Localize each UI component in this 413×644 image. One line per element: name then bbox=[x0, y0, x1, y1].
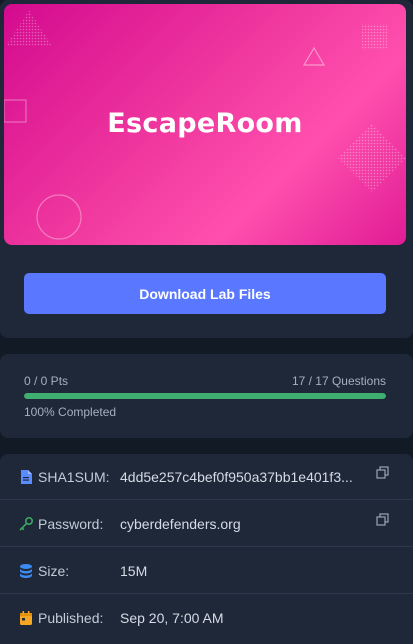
download-lab-files-button[interactable]: Download Lab Files bbox=[24, 273, 386, 314]
size-row: Size: 15M bbox=[0, 548, 413, 594]
progress-bar bbox=[24, 393, 386, 399]
password-label: Password: bbox=[38, 516, 104, 532]
sha1-value: 4dd5e257c4bef0f950a37bb1e401f3... bbox=[120, 469, 353, 485]
published-row: Published: Sep 20, 7:00 AM bbox=[0, 595, 413, 641]
published-value: Sep 20, 7:00 AM bbox=[120, 610, 224, 626]
copy-icon[interactable] bbox=[376, 466, 389, 479]
points-text: 0 / 0 Pts bbox=[24, 374, 69, 388]
key-icon bbox=[19, 516, 34, 531]
published-label: Published: bbox=[38, 610, 104, 626]
questions-count: 17 / 17 Questions bbox=[291, 374, 386, 388]
password-value: cyberdefenders.org bbox=[120, 516, 241, 532]
file-icon bbox=[21, 470, 32, 484]
copy-icon[interactable] bbox=[376, 513, 389, 526]
size-label: Size: bbox=[38, 563, 70, 579]
database-icon bbox=[20, 564, 32, 578]
lab-info-card: SHA1SUM: 4dd5e257c4bef0f950a37bb1e401f3.… bbox=[0, 454, 413, 644]
calendar-icon bbox=[20, 611, 32, 625]
completion-text: 100% Completed bbox=[24, 405, 117, 419]
progress-bar-fill bbox=[24, 393, 386, 399]
lab-header-card: EscapeRoom Download Lab Files bbox=[0, 0, 413, 338]
lab-banner: EscapeRoom bbox=[4, 4, 406, 245]
size-value: 15M bbox=[120, 563, 148, 579]
sha1-row: SHA1SUM: 4dd5e257c4bef0f950a37bb1e401f3.… bbox=[0, 454, 413, 500]
password-row: Password: cyberdefenders.org bbox=[0, 501, 413, 547]
lab-title: EscapeRoom bbox=[107, 108, 303, 139]
sha1-label: SHA1SUM: bbox=[38, 469, 110, 485]
